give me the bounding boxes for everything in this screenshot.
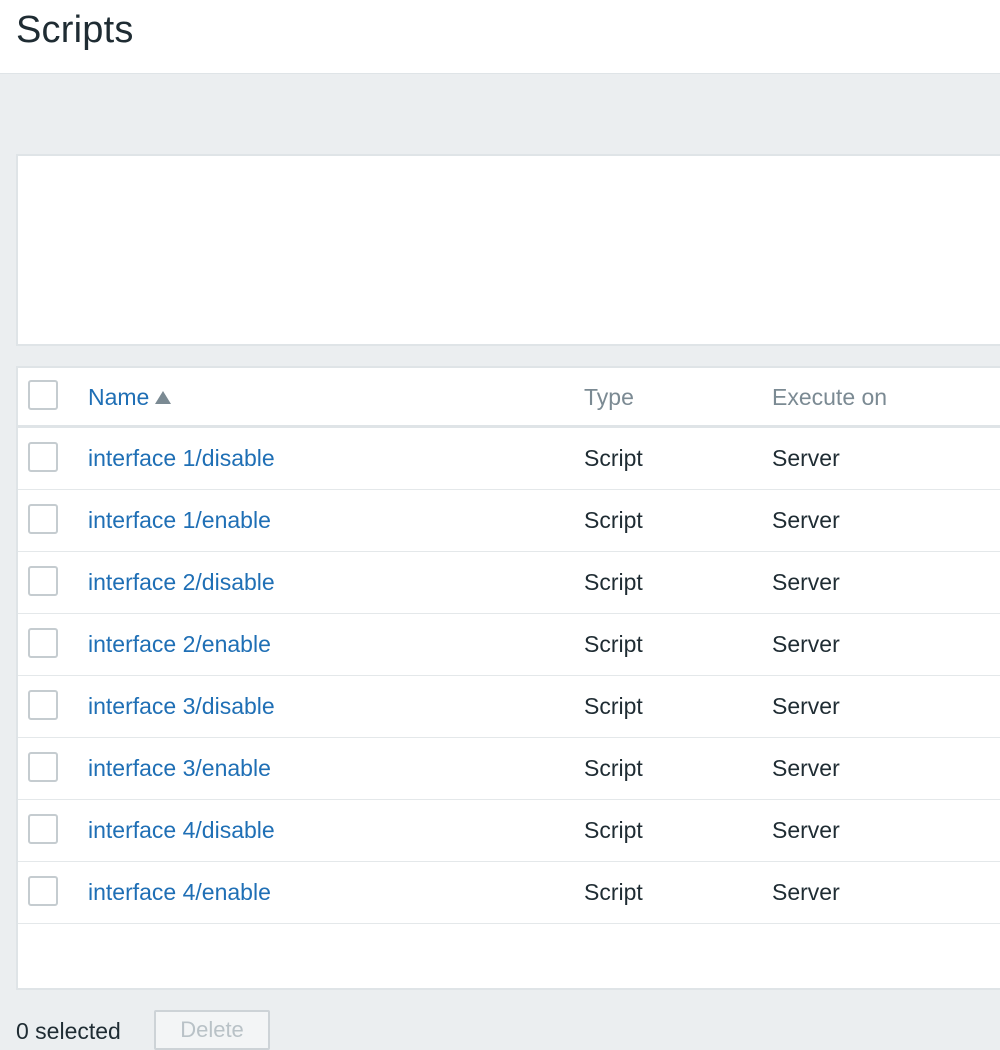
table-row: interface 4/enable Script Server xyxy=(18,862,1000,924)
script-name-link[interactable]: interface 3/enable xyxy=(88,755,271,782)
name-column-label: Name xyxy=(88,384,150,410)
filter-panel xyxy=(16,154,1000,346)
script-name-link[interactable]: interface 2/disable xyxy=(88,569,275,596)
script-type: Script xyxy=(584,879,643,905)
page-header: Scripts xyxy=(0,0,1000,74)
script-execute-on: Server xyxy=(772,631,840,657)
row-checkbox[interactable] xyxy=(28,504,58,534)
row-checkbox[interactable] xyxy=(28,690,58,720)
script-name-link[interactable]: interface 4/disable xyxy=(88,817,275,844)
script-execute-on: Server xyxy=(772,445,840,471)
table-row: interface 3/disable Script Server xyxy=(18,676,1000,738)
type-column-header: Type xyxy=(584,384,634,410)
script-type: Script xyxy=(584,755,643,781)
script-type: Script xyxy=(584,445,643,471)
table-row: interface 2/enable Script Server xyxy=(18,614,1000,676)
table-row: interface 4/disable Script Server xyxy=(18,800,1000,862)
script-name-link[interactable]: interface 4/enable xyxy=(88,879,271,906)
sort-ascending-icon xyxy=(155,391,172,404)
row-checkbox[interactable] xyxy=(28,876,58,906)
delete-button[interactable]: Delete xyxy=(154,1010,270,1050)
script-name-link[interactable]: interface 2/enable xyxy=(88,631,271,658)
script-name-link[interactable]: interface 3/disable xyxy=(88,693,275,720)
script-execute-on: Server xyxy=(772,507,840,533)
name-column-header[interactable]: Name xyxy=(88,384,172,411)
table-row: interface 3/enable Script Server xyxy=(18,738,1000,800)
script-name-link[interactable]: interface 1/disable xyxy=(88,445,275,472)
script-type: Script xyxy=(584,631,643,657)
table-row: interface 1/enable Script Server xyxy=(18,490,1000,552)
script-execute-on: Server xyxy=(772,879,840,905)
table-row: interface 2/disable Script Server xyxy=(18,552,1000,614)
script-execute-on: Server xyxy=(772,817,840,843)
row-checkbox[interactable] xyxy=(28,814,58,844)
row-checkbox[interactable] xyxy=(28,752,58,782)
table-header-row: Name Type Execute on xyxy=(18,368,1000,428)
row-checkbox[interactable] xyxy=(28,628,58,658)
row-checkbox[interactable] xyxy=(28,442,58,472)
scripts-table: Name Type Execute on interface 1/disable… xyxy=(16,366,1000,990)
script-execute-on: Server xyxy=(772,755,840,781)
script-type: Script xyxy=(584,817,643,843)
script-type: Script xyxy=(584,507,643,533)
selected-count: 0 selected xyxy=(16,1018,121,1044)
script-execute-on: Server xyxy=(772,569,840,595)
table-footer: 0 selected Delete xyxy=(16,1010,1000,1050)
script-type: Script xyxy=(584,569,643,595)
execute-on-column-header: Execute on xyxy=(772,384,888,410)
table-row: interface 1/disable Script Server xyxy=(18,428,1000,490)
script-execute-on: Server xyxy=(772,693,840,719)
page-title: Scripts xyxy=(16,9,134,51)
select-all-checkbox[interactable] xyxy=(28,380,58,410)
row-checkbox[interactable] xyxy=(28,566,58,596)
script-type: Script xyxy=(584,693,643,719)
script-name-link[interactable]: interface 1/enable xyxy=(88,507,271,534)
